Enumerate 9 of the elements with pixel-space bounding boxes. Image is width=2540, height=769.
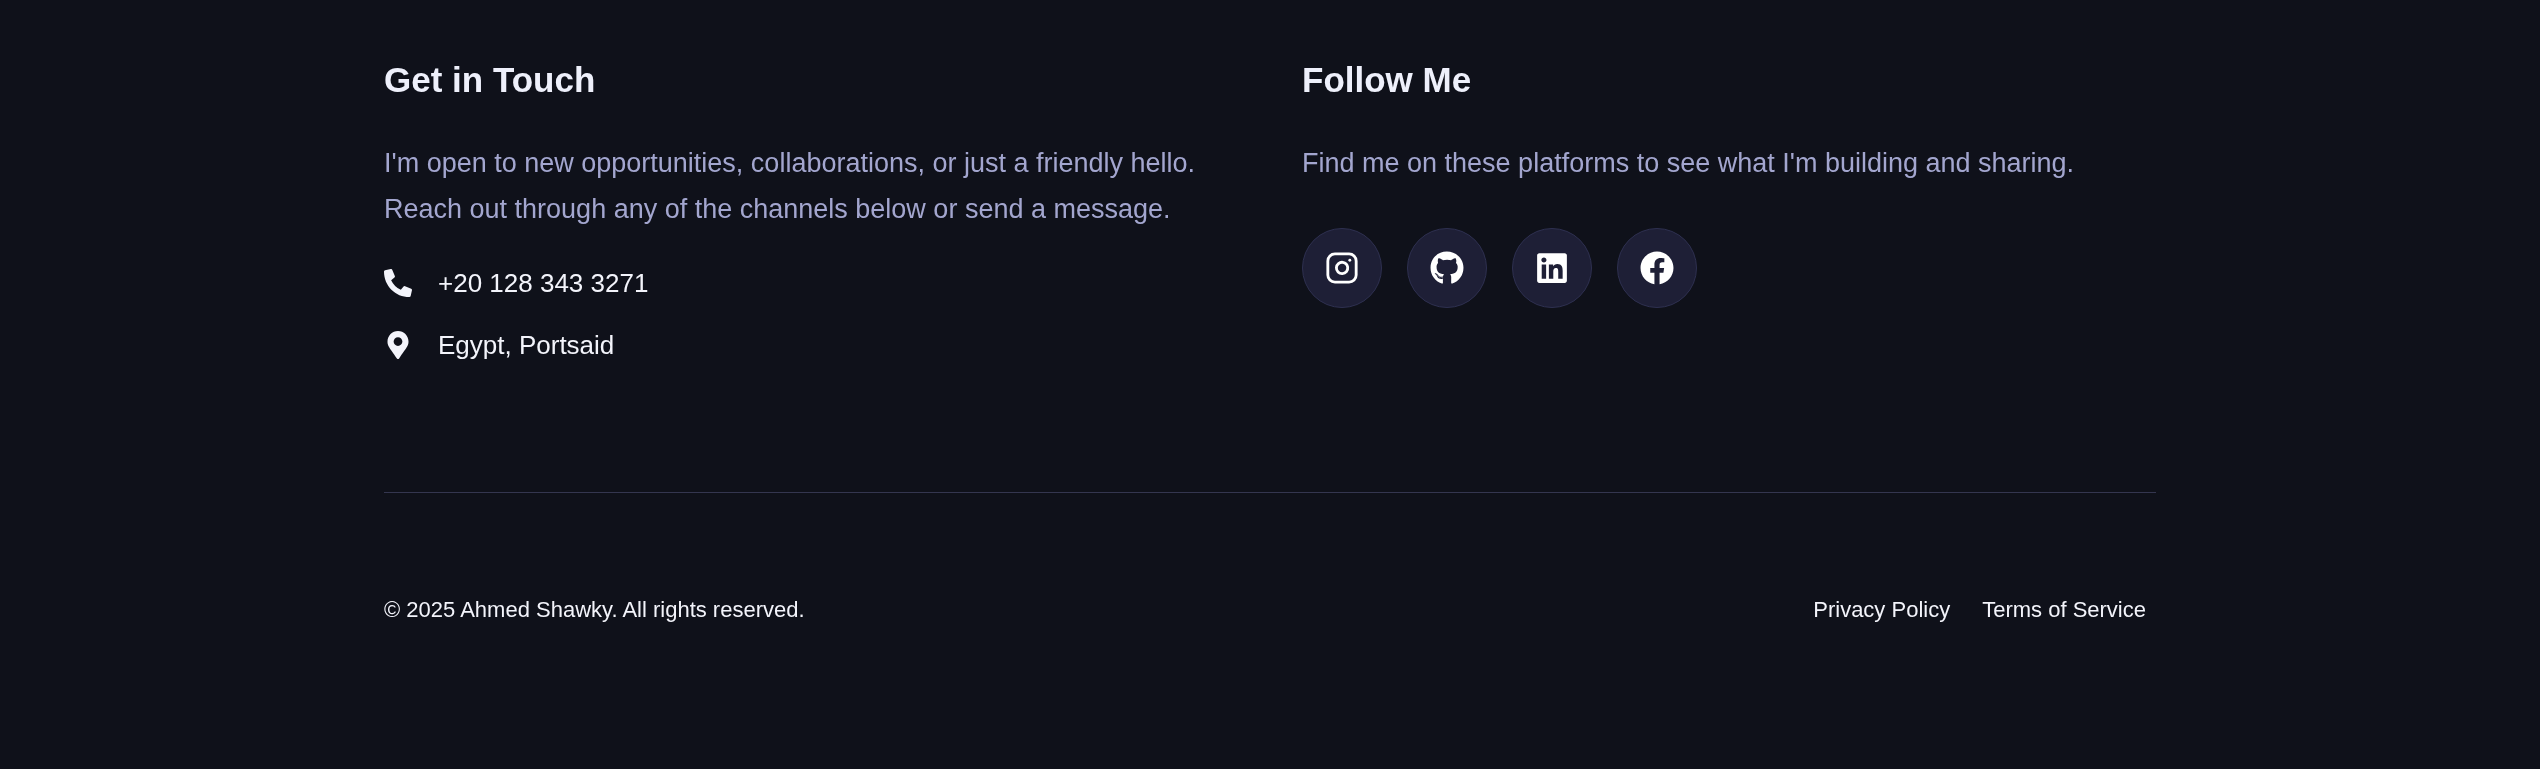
contact-text: +20 128 343 3271	[438, 267, 649, 300]
section-title: Follow Me	[1302, 59, 1473, 101]
footer-link[interactable]: Terms of Service	[1982, 597, 2146, 623]
contact-text: Egypt, Portsaid	[438, 329, 615, 362]
footer-link[interactable]: Privacy Policy	[1813, 597, 1951, 623]
copyright-text: © 2025 Ahmed Shawky. All rights reserved.	[384, 597, 805, 623]
contact-description: I'm open to new opportunities, collaborations, or just a friendly hello. Reach out through any of the channels below or send a message.	[384, 147, 1197, 226]
social-description: Find me on these platforms to see what I'm building and sharing.	[1302, 147, 2076, 180]
section-title: Get in Touch	[384, 59, 597, 101]
